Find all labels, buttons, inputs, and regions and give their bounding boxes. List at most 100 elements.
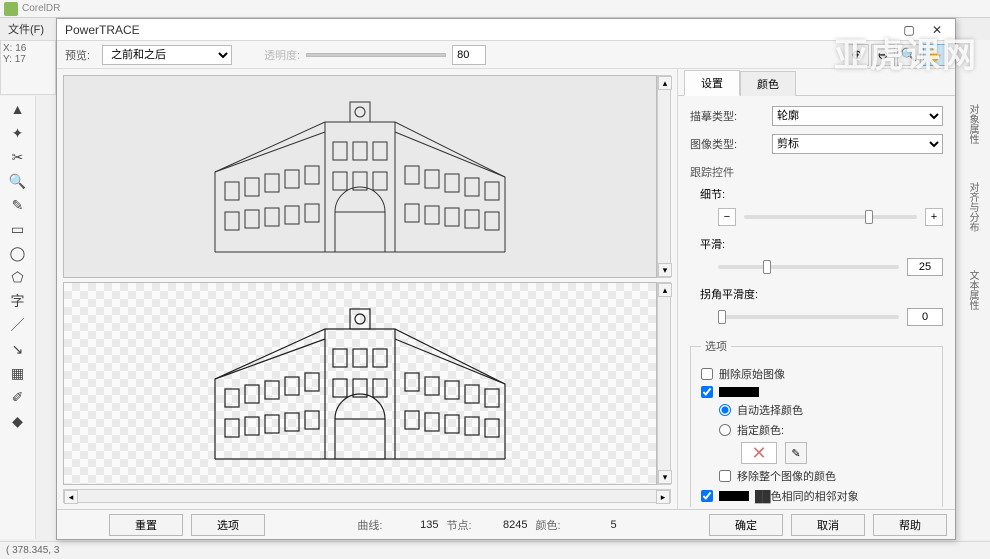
tab-settings[interactable]: 设置	[684, 70, 740, 96]
help-button[interactable]: 帮助	[873, 514, 947, 536]
smoothing-slider[interactable]	[718, 265, 899, 269]
preview-mode-select[interactable]: 之前和之后	[102, 45, 232, 65]
corner-slider-row	[718, 308, 943, 326]
coordinate-readout: X: 16 Y: 17	[0, 40, 56, 95]
options-button[interactable]: 选项	[191, 514, 265, 536]
line-tool-icon[interactable]: ／	[9, 316, 27, 334]
opacity-control: 透明度:	[264, 45, 486, 65]
corner-slider[interactable]	[718, 315, 899, 319]
freehand-tool-icon[interactable]: ✎	[9, 196, 27, 214]
tab-color[interactable]: 颜色	[740, 71, 796, 96]
trace-type-select[interactable]: 轮廓	[772, 106, 943, 126]
reset-button[interactable]: 重置	[109, 514, 183, 536]
connector-tool-icon[interactable]: ↘	[9, 340, 27, 358]
preview-scroll-v[interactable]: ▴ ▾	[657, 75, 671, 278]
dialog-title: PowerTRACE	[61, 23, 895, 37]
detail-slider-row: − +	[718, 208, 943, 226]
smoothing-value-input[interactable]	[907, 258, 943, 276]
text-tool-icon[interactable]: 字	[9, 292, 27, 310]
zoom-in-icon[interactable]: ⊕	[845, 44, 869, 66]
panel-body: 描摹类型: 轮廓 图像类型: 剪标 跟踪控件 细节: − + 平滑:	[678, 95, 955, 507]
adjacent-same-color-checkbox[interactable]: ██色相同的相邻对象	[701, 488, 932, 504]
detail-minus-button[interactable]: −	[718, 208, 736, 226]
opacity-slider[interactable]	[306, 53, 446, 57]
building-after-svg	[205, 289, 515, 479]
curves-stat: 曲线:135	[357, 517, 438, 533]
panel-tabs: 设置 颜色	[678, 71, 955, 95]
building-before-svg	[205, 82, 515, 272]
cancel-button[interactable]: 取消	[791, 514, 865, 536]
zoom-fit-icon[interactable]: 🔍	[897, 44, 921, 66]
ellipse-tool-icon[interactable]: ◯	[9, 244, 27, 262]
file-menu-label: 文件(F)	[8, 21, 44, 37]
app-menubar: CorelDR	[0, 0, 990, 18]
scroll-up-icon-2[interactable]: ▴	[658, 283, 672, 297]
powertrace-dialog: PowerTRACE ▢ ✕ 预览: 之前和之后 透明度: ⊕ ⊖ 🔍 ✋	[56, 18, 956, 540]
auto-color-radio[interactable]: 自动选择颜色	[719, 402, 932, 418]
preview-before[interactable]	[63, 75, 657, 278]
corner-label: 拐角平滑度:	[700, 286, 943, 302]
tool-palette: ▲ ✦ ✂ 🔍 ✎ ▭ ◯ ⬠ 字 ／ ↘ ▦ ✐ ◆	[0, 96, 36, 539]
polygon-tool-icon[interactable]: ⬠	[9, 268, 27, 286]
scroll-down-icon-2[interactable]: ▾	[658, 470, 672, 484]
color-picker-row: ✕ ✎	[741, 442, 932, 464]
shape-tool-icon[interactable]: ✦	[9, 124, 27, 142]
docker-tab-3[interactable]: 文本属性	[963, 266, 982, 314]
opacity-label: 透明度:	[264, 47, 300, 63]
image-type-label: 图像类型:	[690, 136, 762, 152]
corner-value-input[interactable]	[907, 308, 943, 326]
delete-original-checkbox[interactable]: 删除原始图像	[701, 366, 932, 382]
scroll-right-icon[interactable]: ▸	[656, 490, 670, 504]
ok-button[interactable]: 确定	[709, 514, 783, 536]
hidden-checkbox-1[interactable]	[701, 386, 932, 398]
app-logo-icon	[4, 2, 18, 16]
maximize-button[interactable]: ▢	[895, 21, 923, 39]
image-type-select[interactable]: 剪标	[772, 134, 943, 154]
status-bar: ( 378.345, 3	[0, 541, 990, 559]
specify-color-radio[interactable]: 指定颜色:	[719, 422, 932, 438]
detail-plus-button[interactable]: +	[925, 208, 943, 226]
nodes-stat: 节点:8245	[446, 517, 527, 533]
smoothing-slider-row	[718, 258, 943, 276]
scroll-down-icon[interactable]: ▾	[658, 263, 672, 277]
crop-tool-icon[interactable]: ✂	[9, 148, 27, 166]
eyedropper-icon[interactable]: ✎	[785, 442, 807, 464]
smoothing-label: 平滑:	[700, 236, 943, 252]
right-docker: 对象属性 对齐与分布 文本属性	[954, 40, 990, 539]
fill-tool-icon[interactable]: ◆	[9, 412, 27, 430]
rectangle-tool-icon[interactable]: ▭	[9, 220, 27, 238]
app-name: CorelDR	[22, 3, 60, 14]
opacity-value-input[interactable]	[452, 45, 486, 65]
preview-scroll-h[interactable]: ◂ ▸	[63, 489, 671, 503]
status-coords: ( 378.345, 3	[6, 545, 59, 556]
eyedropper-tool-icon[interactable]: ✐	[9, 388, 27, 406]
dialog-titlebar[interactable]: PowerTRACE ▢ ✕	[57, 19, 955, 41]
effects-tool-icon[interactable]: ▦	[9, 364, 27, 382]
close-button[interactable]: ✕	[923, 21, 951, 39]
trace-controls-heading: 跟踪控件	[690, 164, 943, 180]
zoom-out-icon[interactable]: ⊖	[871, 44, 895, 66]
dialog-toolbar: 预览: 之前和之后 透明度: ⊕ ⊖ 🔍 ✋	[57, 41, 955, 69]
options-fieldset: 选项 删除原始图像 自动选择颜色 指定颜色: ✕ ✎ 移除整个图像的颜色 ██色…	[690, 338, 943, 507]
preview-column: ▴ ▾	[57, 69, 677, 509]
detail-label: 细节:	[700, 186, 943, 202]
settings-panel: 设置 颜色 描摹类型: 轮廓 图像类型: 剪标 跟踪控件 细节: −	[677, 69, 955, 509]
preview-after[interactable]	[63, 282, 657, 485]
colors-stat: 颜色:5	[536, 517, 617, 533]
trace-type-label: 描摹类型:	[690, 108, 762, 124]
zoom-button-group: ⊕ ⊖ 🔍 ✋	[845, 44, 947, 66]
detail-slider[interactable]	[744, 215, 917, 219]
no-color-swatch-icon[interactable]: ✕	[741, 442, 777, 464]
preview-label: 预览:	[65, 47, 90, 63]
scroll-left-icon[interactable]: ◂	[64, 490, 78, 504]
preview-scroll-v-2[interactable]: ▴ ▾	[657, 282, 671, 485]
scroll-up-icon[interactable]: ▴	[658, 76, 672, 90]
dialog-bottom-bar: 重置 选项 曲线:135 节点:8245 颜色:5 确定 取消 帮助	[57, 509, 955, 539]
pick-tool-icon[interactable]: ▲	[9, 100, 27, 118]
docker-tab-1[interactable]: 对象属性	[963, 100, 982, 148]
options-legend: 选项	[701, 338, 731, 354]
pan-icon[interactable]: ✋	[923, 44, 947, 66]
zoom-tool-icon[interactable]: 🔍	[9, 172, 27, 190]
docker-tab-2[interactable]: 对齐与分布	[963, 178, 982, 236]
remove-whole-image-color-checkbox[interactable]: 移除整个图像的颜色	[719, 468, 932, 484]
